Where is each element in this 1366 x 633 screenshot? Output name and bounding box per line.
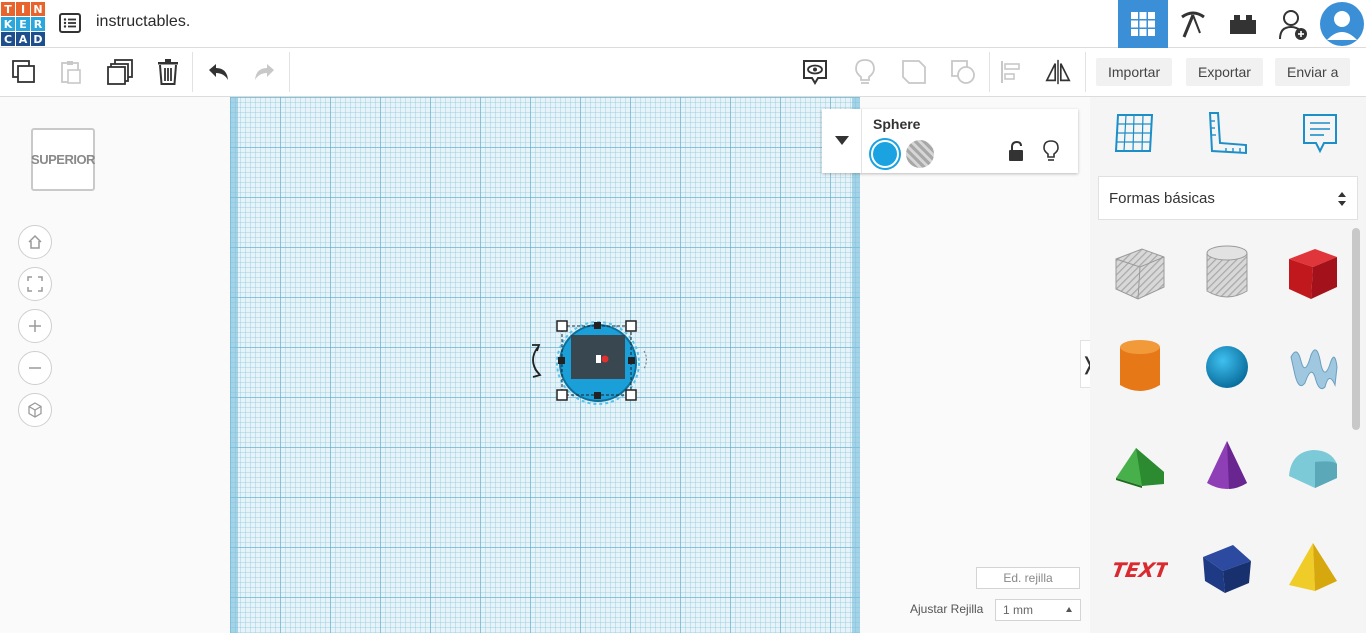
snap-grid-select[interactable]: 1 mm <box>995 599 1081 621</box>
svg-text:TEXT: TEXT <box>1112 558 1168 582</box>
edit-grid-button[interactable]: Ed. rejilla <box>976 567 1080 589</box>
fit-view-icon[interactable] <box>18 267 52 301</box>
bricks-icon[interactable] <box>1218 0 1268 48</box>
round-roof-shape[interactable] <box>1281 435 1345 499</box>
ungroup-icon[interactable] <box>949 58 977 86</box>
shape-category-value: Formas básicas <box>1109 189 1215 207</box>
undo-icon[interactable] <box>204 58 232 86</box>
pyramid-shape[interactable] <box>1281 535 1345 599</box>
cone-shape[interactable] <box>1195 435 1259 499</box>
send-to-button[interactable]: Enviar a <box>1275 58 1351 86</box>
sphere-shape[interactable] <box>1195 335 1259 399</box>
unlock-icon[interactable] <box>1008 140 1024 168</box>
shapes-grid: TEXT <box>1090 230 1352 633</box>
codeblocks-pickaxe-icon[interactable] <box>1168 0 1218 48</box>
design-list-icon[interactable] <box>58 11 82 35</box>
logo-letter: N <box>31 2 45 16</box>
library-scrollbar[interactable] <box>1352 228 1360 430</box>
copy-icon[interactable] <box>10 58 38 86</box>
hole-swatch[interactable] <box>906 140 934 168</box>
workplane-icon[interactable] <box>1112 111 1156 155</box>
box-hole-shape[interactable] <box>1108 241 1172 305</box>
logo-letter: R <box>31 17 45 31</box>
roof-shape[interactable] <box>1108 435 1172 499</box>
redo-icon[interactable] <box>251 58 279 86</box>
box-shape[interactable] <box>1281 241 1345 305</box>
add-user-icon[interactable] <box>1268 0 1318 48</box>
export-button[interactable]: Exportar <box>1186 58 1263 86</box>
up-down-arrows-icon <box>1337 191 1347 211</box>
zoom-in-icon[interactable] <box>18 309 52 343</box>
tinkercad-logo[interactable]: TIN KER CAD <box>1 2 45 46</box>
group-icon[interactable] <box>900 58 928 86</box>
view-cube[interactable]: SUPERIOR <box>31 128 95 191</box>
logo-letter: E <box>16 17 30 31</box>
cylinder-shape[interactable] <box>1108 335 1172 399</box>
ruler-icon[interactable] <box>1206 111 1250 155</box>
design-title[interactable]: instructables. <box>96 13 190 31</box>
logo-letter: T <box>1 2 15 16</box>
light-bulb-icon[interactable] <box>1043 140 1059 167</box>
solid-color-swatch[interactable] <box>871 140 899 168</box>
shape-category-select[interactable]: Formas básicas <box>1098 176 1358 220</box>
edit-toolbar: Importar Exportar Enviar a <box>0 48 1366 97</box>
mirror-icon[interactable] <box>1044 58 1072 86</box>
logo-letter: K <box>1 17 15 31</box>
home-icon[interactable] <box>18 225 52 259</box>
logo-letter: A <box>16 32 30 46</box>
light-icon[interactable] <box>851 58 879 86</box>
delete-icon[interactable] <box>154 58 182 86</box>
prism-shape[interactable] <box>1195 535 1259 599</box>
3d-design-grid-icon[interactable] <box>1118 0 1168 48</box>
caret-up-icon <box>1066 607 1072 612</box>
zoom-out-icon[interactable] <box>18 351 52 385</box>
workplane-canvas[interactable]: Sphere Ed. rejilla Ajustar Rejilla 1 mm <box>230 97 1090 633</box>
logo-letter: D <box>31 32 45 46</box>
perspective-icon[interactable] <box>18 393 52 427</box>
snap-grid-value: 1 mm <box>1003 603 1033 617</box>
align-icon[interactable] <box>998 58 1026 86</box>
paste-icon[interactable] <box>57 58 85 86</box>
shape-name[interactable]: Sphere <box>873 116 920 132</box>
import-button[interactable]: Importar <box>1096 58 1173 86</box>
text-shape[interactable]: TEXT <box>1108 535 1172 599</box>
notes-icon[interactable] <box>1298 111 1342 155</box>
shape-inspector: Sphere <box>822 109 1078 173</box>
shapes-library-panel: Formas básicas TEXT <box>1090 97 1366 633</box>
snap-grid-label: Ajustar Rejilla <box>910 602 984 616</box>
duplicate-icon[interactable] <box>106 58 134 86</box>
collapse-inspector-icon[interactable] <box>822 109 862 173</box>
view-controls-panel: SUPERIOR <box>0 97 230 633</box>
cylinder-hole-shape[interactable] <box>1195 241 1259 305</box>
user-avatar-icon[interactable] <box>1318 0 1366 48</box>
top-bar: TIN KER CAD instructables. <box>0 0 1366 48</box>
scribble-shape[interactable] <box>1281 335 1345 399</box>
logo-letter: C <box>1 32 15 46</box>
notes-eye-icon[interactable] <box>801 58 829 86</box>
selected-sphere[interactable] <box>520 315 660 425</box>
logo-letter: I <box>16 2 30 16</box>
